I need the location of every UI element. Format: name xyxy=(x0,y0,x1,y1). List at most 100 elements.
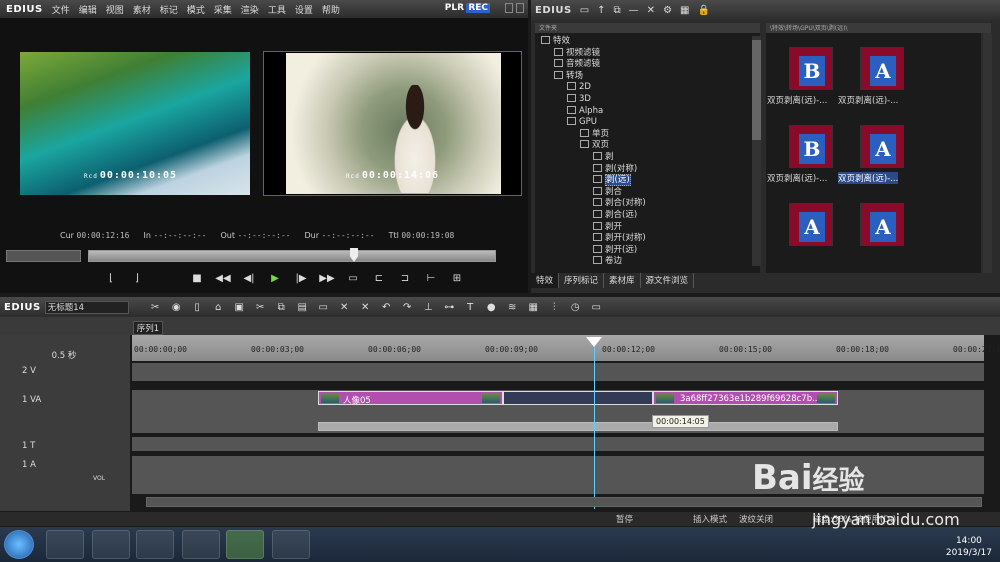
position-slider[interactable] xyxy=(88,250,496,262)
tree-item[interactable]: 单页 xyxy=(580,128,609,140)
paste-icon[interactable]: ▤ xyxy=(294,302,311,313)
replace-icon[interactable]: ⊢ xyxy=(420,271,442,287)
tree-item[interactable]: 双页 xyxy=(580,140,609,151)
clip-portrait-05[interactable]: 人像05 xyxy=(318,391,503,406)
zoom-level[interactable]: 0.5 秒 xyxy=(4,349,124,361)
lane-2v[interactable] xyxy=(132,363,984,381)
delete-clip-icon[interactable]: ✕ xyxy=(357,302,374,313)
tree-item[interactable]: 特效 xyxy=(541,36,570,47)
menu-file[interactable]: 文件 xyxy=(52,3,70,16)
step-forward-icon[interactable]: |▶ xyxy=(290,271,312,287)
tree-item[interactable]: 剥(远) xyxy=(593,174,631,187)
clip-image[interactable]: 3a68ff27363e1b289f69628c7b... xyxy=(653,391,838,405)
menu-mode[interactable]: 模式 xyxy=(187,3,205,16)
track-1a[interactable]: 1 A xyxy=(22,460,36,470)
rec-label[interactable]: REC xyxy=(466,3,490,13)
edius-task-icon[interactable] xyxy=(226,530,264,559)
tree-item[interactable]: 剥合(对称) xyxy=(593,198,646,209)
camera-icon[interactable]: ◉ xyxy=(168,302,185,313)
transition-clip[interactable] xyxy=(503,391,653,405)
view-icon[interactable]: ▦ xyxy=(680,5,689,16)
vol-label[interactable]: VOL xyxy=(93,475,105,482)
tree-item[interactable]: 剥开(对称) xyxy=(593,233,646,244)
menu-help[interactable]: 帮助 xyxy=(322,3,340,16)
tree-item[interactable]: 卷边 xyxy=(593,256,622,267)
lane-1t[interactable] xyxy=(132,437,984,451)
mixer-sliders-icon[interactable]: ⫶ xyxy=(546,302,563,313)
group-icon[interactable]: ▭ xyxy=(315,302,332,313)
tree-item[interactable]: 剥开(远) xyxy=(593,244,637,256)
tree-item[interactable]: 剥合(远) xyxy=(593,210,637,221)
tab-source-browser[interactable]: 源文件浏览 xyxy=(641,273,695,288)
minimize-icon[interactable] xyxy=(505,3,513,13)
save-icon[interactable]: ▣ xyxy=(231,302,248,313)
insert-icon[interactable]: ⊏ xyxy=(368,271,390,287)
tree-item[interactable]: 剥(对称) xyxy=(593,163,637,175)
qq-icon[interactable] xyxy=(92,530,130,559)
tab-bin[interactable]: 素材库 xyxy=(604,273,641,288)
plr-label[interactable]: PLR xyxy=(445,3,464,13)
start-icon[interactable] xyxy=(4,530,34,559)
taskbar-app-icon[interactable] xyxy=(46,530,84,559)
folder-icon[interactable]: ▭ xyxy=(580,5,589,16)
effect-thumbnail[interactable]: A xyxy=(789,203,833,246)
tab-effects[interactable]: 特效 xyxy=(531,273,560,288)
loop-icon[interactable]: ▭ xyxy=(342,271,364,287)
project-name[interactable]: 无标题14 xyxy=(44,300,129,314)
audio-clip[interactable] xyxy=(318,422,838,431)
effect-thumbnail-label[interactable]: 双页剥离(远)-... xyxy=(767,94,827,106)
tree-item[interactable]: 剥合 xyxy=(593,186,622,198)
tree-item[interactable]: 剥 xyxy=(593,152,614,163)
menu-tools[interactable]: 工具 xyxy=(268,3,286,16)
effect-thumbnail[interactable]: B xyxy=(789,125,833,168)
menu-view[interactable]: 视图 xyxy=(106,3,124,16)
menu-settings[interactable]: 设置 xyxy=(295,3,313,16)
effect-thumbnail[interactable]: A xyxy=(860,47,904,90)
menu-render[interactable]: 渲染 xyxy=(241,3,259,16)
ripple-delete-icon[interactable]: ✕ xyxy=(336,302,353,313)
effect-thumbnail[interactable]: A xyxy=(860,125,904,168)
explorer-icon[interactable] xyxy=(136,530,174,559)
title-icon[interactable]: T xyxy=(462,302,479,313)
mic-icon[interactable]: ● xyxy=(483,302,500,313)
tree-item[interactable]: 转场 xyxy=(554,70,583,82)
fast-forward-icon[interactable]: ▶▶ xyxy=(316,271,338,287)
tree-item[interactable]: GPU xyxy=(567,117,597,128)
tree-item[interactable]: Alpha xyxy=(567,105,603,117)
copy-icon[interactable]: ⧉ xyxy=(614,5,621,16)
track-2v[interactable]: 2 V xyxy=(22,366,36,376)
cut-icon[interactable]: ✂ xyxy=(147,302,164,313)
effect-thumbnail-label[interactable]: 双页剥离(远)-... xyxy=(838,94,898,106)
tree-item[interactable]: 音频滤镜 xyxy=(554,59,600,70)
thumb-scrollbar[interactable] xyxy=(983,33,992,273)
tree-scroll-thumb[interactable] xyxy=(752,40,761,140)
export-icon[interactable]: ⊞ xyxy=(446,271,468,287)
menu-edit[interactable]: 编辑 xyxy=(79,3,97,16)
tree-item[interactable]: 视频滤镜 xyxy=(554,47,600,59)
stop-icon[interactable]: ■ xyxy=(186,271,208,287)
clock-icon[interactable]: ◷ xyxy=(567,302,584,313)
track-1t[interactable]: 1 T xyxy=(22,441,35,451)
menu-capture[interactable]: 采集 xyxy=(214,3,232,16)
timeline-cursor[interactable] xyxy=(594,347,595,509)
step-back-icon[interactable]: ◀| xyxy=(238,271,260,287)
overwrite-icon[interactable]: ⊐ xyxy=(394,271,416,287)
open-icon[interactable]: ⌂ xyxy=(210,302,227,313)
tab-sequence-markers[interactable]: 序列标记 xyxy=(559,273,605,288)
menu-clip[interactable]: 素材 xyxy=(133,3,151,16)
redo-icon[interactable]: ↷ xyxy=(399,302,416,313)
link-icon[interactable]: ⊶ xyxy=(441,302,458,313)
rewind-icon[interactable]: ◀◀ xyxy=(212,271,234,287)
effect-thumbnail[interactable]: A xyxy=(860,203,904,246)
tab-sequence-1[interactable]: 序列1 xyxy=(133,321,163,335)
copy-clip-icon[interactable]: ⧉ xyxy=(273,302,290,313)
tree-item[interactable]: 2D xyxy=(567,82,591,93)
effect-thumbnail-label[interactable]: 双页剥离(远)-... xyxy=(767,172,827,184)
tree-item[interactable]: 3D xyxy=(567,94,591,105)
delete-icon[interactable]: ✕ xyxy=(647,5,655,16)
settings-icon[interactable]: ⚙ xyxy=(663,5,672,16)
timeline-scrollbar[interactable] xyxy=(146,497,982,507)
menu-marker[interactable]: 标记 xyxy=(160,3,178,16)
layout-icon[interactable]: ▭ xyxy=(588,302,605,313)
effect-thumbnail-label[interactable]: 双页剥离(远)-... xyxy=(838,172,899,184)
